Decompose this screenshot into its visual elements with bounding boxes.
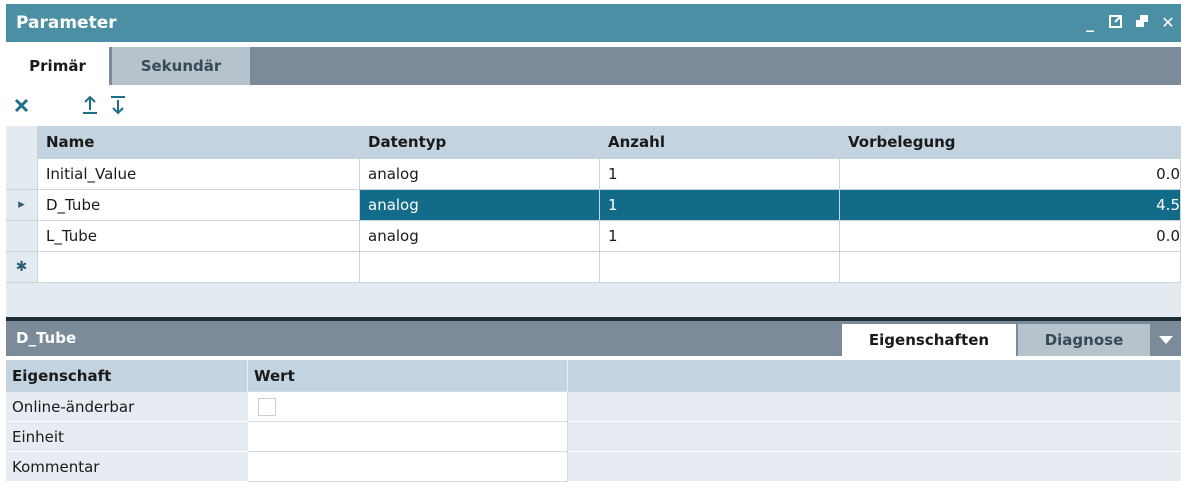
chevron-down-icon: [1159, 336, 1173, 344]
column-header-eigenschaft: Eigenschaft: [6, 360, 248, 392]
details-title: D_Tube: [16, 329, 77, 347]
cell-datentyp[interactable]: analog: [360, 190, 600, 220]
table-row[interactable]: L_Tube analog 1 0.0: [6, 221, 1181, 252]
tab-diagnose[interactable]: Diagnose: [1018, 324, 1150, 356]
column-header-wert: Wert: [248, 360, 568, 392]
property-name: Online-änderbar: [6, 392, 248, 422]
column-header-filler: [568, 360, 1181, 392]
cell-name[interactable]: [38, 252, 360, 282]
move-up-button[interactable]: [78, 93, 102, 117]
property-row: Einheit: [6, 422, 1181, 452]
property-filler: [568, 452, 1181, 482]
column-header-name[interactable]: Name: [38, 126, 360, 159]
restore-icon[interactable]: [1129, 13, 1155, 33]
cell-name[interactable]: L_Tube: [38, 221, 360, 251]
property-name: Kommentar: [6, 452, 248, 482]
window-title: Parameter: [16, 13, 117, 33]
tab-eigenschaften[interactable]: Eigenschaften: [842, 324, 1016, 356]
einheit-field[interactable]: [248, 422, 568, 452]
toolbar: [6, 85, 1181, 126]
cell-vorbelegung[interactable]: 0.0: [840, 159, 1181, 189]
cell-name[interactable]: D_Tube: [38, 190, 360, 220]
row-marker[interactable]: [6, 159, 38, 189]
new-row[interactable]: ✱: [6, 252, 1181, 283]
grid-header: Name Datentyp Anzahl Vorbelegung: [6, 126, 1181, 159]
cell-anzahl[interactable]: 1: [600, 221, 840, 251]
cell-datentyp[interactable]: analog: [360, 221, 600, 251]
delete-button[interactable]: [10, 93, 34, 117]
close-window-icon[interactable]: ✕: [1155, 13, 1181, 33]
cell-datentyp[interactable]: analog: [360, 159, 600, 189]
row-marker[interactable]: [6, 221, 38, 251]
property-name: Einheit: [6, 422, 248, 452]
arrow-down-icon: [111, 96, 125, 115]
property-row: Kommentar: [6, 452, 1181, 482]
property-filler: [568, 392, 1181, 422]
tab-sekundar[interactable]: Sekundär: [112, 47, 250, 85]
parameter-grid: Name Datentyp Anzahl Vorbelegung Initial…: [6, 126, 1181, 317]
undock-icon[interactable]: [1103, 13, 1129, 33]
close-icon: [14, 98, 29, 113]
properties-table: Eigenschaft Wert Online-änderbar Einheit…: [6, 360, 1181, 484]
move-down-button[interactable]: [106, 93, 130, 117]
current-row-arrow-icon[interactable]: ▸: [6, 190, 38, 220]
cell-name[interactable]: Initial_Value: [38, 159, 360, 189]
tab-primar[interactable]: Primär: [6, 47, 109, 85]
row-header-corner: [6, 126, 38, 159]
column-header-vorbelegung[interactable]: Vorbelegung: [840, 126, 1181, 159]
property-row: Online-änderbar: [6, 392, 1181, 422]
cell-vorbelegung[interactable]: 4.5: [840, 190, 1181, 220]
column-header-datentyp[interactable]: Datentyp: [360, 126, 600, 159]
window-title-bar: Parameter _ ✕: [6, 4, 1181, 42]
cell-anzahl[interactable]: 1: [600, 159, 840, 189]
column-header-anzahl[interactable]: Anzahl: [600, 126, 840, 159]
kommentar-field[interactable]: [248, 452, 568, 482]
online-anderbar-checkbox[interactable]: [258, 398, 276, 416]
property-value: [248, 392, 568, 422]
cell-vorbelegung[interactable]: 0.0: [840, 221, 1181, 251]
table-row-selected[interactable]: ▸ D_Tube analog 1 4.5: [6, 190, 1181, 221]
cell-datentyp[interactable]: [360, 252, 600, 282]
new-row-asterisk-icon[interactable]: ✱: [6, 252, 38, 282]
details-panel-header: D_Tube Eigenschaften Diagnose: [6, 321, 1181, 356]
panel-menu-button[interactable]: [1151, 324, 1181, 356]
cell-anzahl[interactable]: [600, 252, 840, 282]
properties-header: Eigenschaft Wert: [6, 360, 1181, 392]
minimize-icon[interactable]: _: [1077, 13, 1103, 33]
table-row[interactable]: Initial_Value analog 1 0.0: [6, 159, 1181, 190]
tab-bar: Primär Sekundär: [6, 47, 1181, 85]
cell-vorbelegung[interactable]: [840, 252, 1181, 282]
property-filler: [568, 422, 1181, 452]
window-controls: _ ✕: [1077, 13, 1181, 33]
cell-anzahl[interactable]: 1: [600, 190, 840, 220]
arrow-up-icon: [83, 95, 97, 114]
